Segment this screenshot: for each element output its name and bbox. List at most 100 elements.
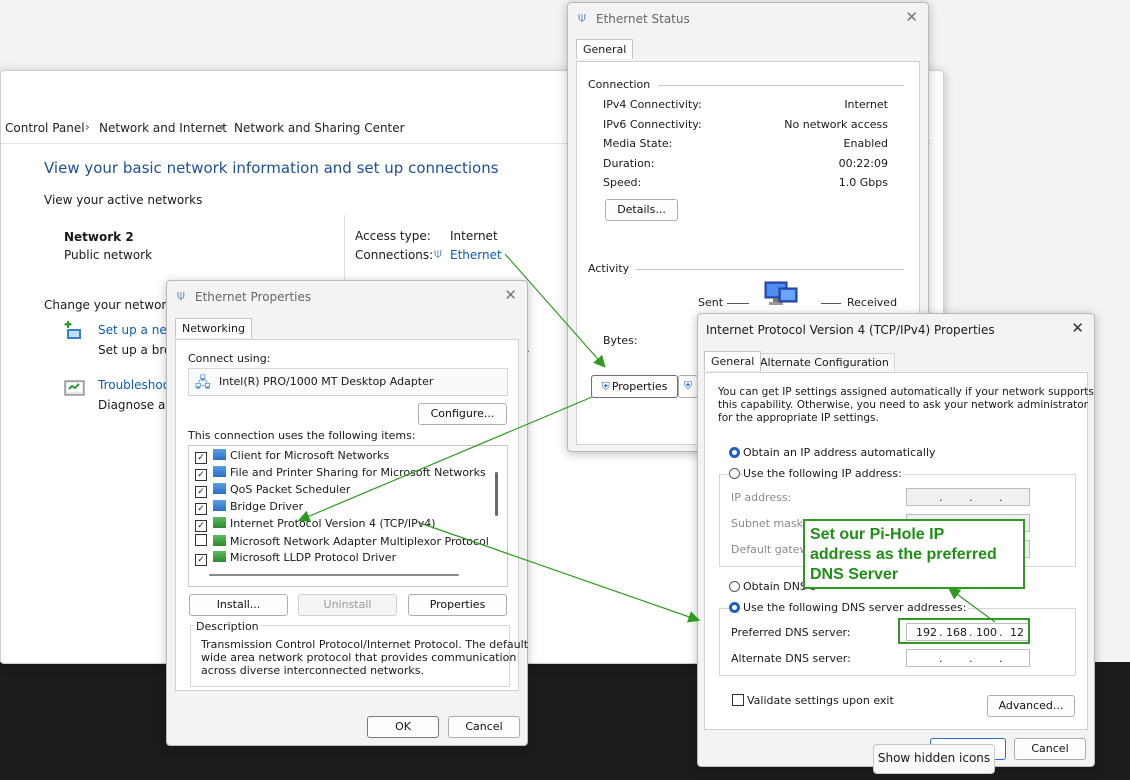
list-item[interactable]: Microsoft Network Adapter Multiplexor Pr… <box>195 534 489 550</box>
cancel-button[interactable]: Cancel <box>1014 738 1086 760</box>
intro-line-3: for the appropriate IP settings. <box>718 412 879 424</box>
ipv6-connectivity-label: IPv6 Connectivity: <box>603 118 702 131</box>
ethernet-icon: ⍦ <box>177 288 185 303</box>
annotation-callout: Set our Pi-Hole IP address as the prefer… <box>803 519 1025 589</box>
network-name: Network 2 <box>64 230 134 244</box>
item-label: Microsoft Network Adapter Multiplexor Pr… <box>230 535 489 548</box>
item-label: Microsoft LLDP Protocol Driver <box>230 551 397 564</box>
item-checkbox[interactable]: ✓ <box>195 554 207 566</box>
connect-using-label: Connect using: <box>188 352 271 365</box>
tab-general[interactable]: General <box>576 39 634 59</box>
details-button[interactable]: Details... <box>605 199 678 221</box>
item-checkbox[interactable] <box>195 534 207 546</box>
list-item[interactable]: ✓ Microsoft LLDP Protocol Driver <box>195 551 396 567</box>
ipv4-connectivity-value: Internet <box>844 98 888 111</box>
protocol-icon <box>213 535 226 546</box>
tab-general[interactable]: General <box>704 351 762 371</box>
obtain-ip-auto-radio[interactable] <box>729 447 740 458</box>
breadcrumb-control-panel[interactable]: Control Panel <box>5 121 85 135</box>
octet-dot: . <box>999 491 1003 504</box>
setup-connection-icon <box>64 321 86 343</box>
troubleshoot-icon <box>64 378 86 400</box>
octet-dot: . <box>969 491 973 504</box>
scrollbar-thumb[interactable] <box>495 472 498 516</box>
obtain-dns-auto-radio[interactable] <box>729 581 740 592</box>
network-adapter-icon: 🖧 <box>195 375 211 391</box>
properties-button[interactable]: ⛨ Properties <box>591 375 678 398</box>
ethernet-icon: ⍦ <box>434 246 442 261</box>
connections-label: Connections: <box>355 248 434 262</box>
close-icon[interactable]: ✕ <box>504 286 517 304</box>
octet-dot: . <box>939 652 943 665</box>
ok-button[interactable]: OK <box>367 716 439 738</box>
alternate-dns-label: Alternate DNS server: <box>731 652 851 665</box>
received-label: Received <box>847 296 898 309</box>
advanced-button[interactable]: Advanced... <box>987 695 1075 717</box>
callout-line-1: Set our Pi-Hole IP <box>810 526 945 543</box>
intro-line-2: this capability. Otherwise, you need to … <box>718 399 1089 411</box>
network-client-icon <box>213 449 226 460</box>
network-client-icon <box>213 466 226 477</box>
use-following-ip-radio[interactable] <box>729 468 740 479</box>
bytes-label: Bytes: <box>603 334 638 347</box>
speed-label: Speed: <box>603 176 642 189</box>
ip-address-input[interactable]: ... <box>906 488 1030 506</box>
ethernet-connection-link[interactable]: Ethernet <box>450 248 502 262</box>
list-item[interactable]: ✓ Client for Microsoft Networks <box>195 449 389 465</box>
connection-group-label: Connection <box>588 78 651 91</box>
disable-button-partial[interactable]: ⛨ <box>678 375 698 398</box>
list-item[interactable]: ✓ File and Printer Sharing for Microsoft … <box>195 466 486 482</box>
use-following-dns-radio[interactable] <box>729 602 740 613</box>
use-following-ip-label[interactable]: Use the following IP address: <box>743 467 904 480</box>
activity-group-label: Activity <box>588 262 630 275</box>
title-bar[interactable]: Internet Protocol Version 4 (TCP/IPv4) P… <box>698 314 1094 344</box>
item-label: Bridge Driver <box>230 500 304 513</box>
title-bar[interactable]: ⍦ Ethernet Status ✕ <box>568 3 928 33</box>
validate-checkbox[interactable] <box>732 694 744 706</box>
dns-highlight-box <box>898 618 1030 644</box>
item-checkbox[interactable]: ✓ <box>195 486 207 498</box>
network-client-icon <box>213 500 226 511</box>
horizontal-scrollbar[interactable] <box>209 574 459 576</box>
close-icon[interactable]: ✕ <box>1071 319 1084 337</box>
chevron-right-icon: › <box>220 120 225 134</box>
item-checkbox[interactable]: ✓ <box>195 469 207 481</box>
protocol-icon <box>213 551 226 562</box>
items-list[interactable]: ✓ Client for Microsoft Networks ✓ File and … <box>188 445 508 587</box>
tab-networking[interactable]: Networking <box>175 318 252 338</box>
preferred-dns-label: Preferred DNS server: <box>731 626 851 639</box>
list-item[interactable]: ✓ QoS Packet Scheduler <box>195 483 350 499</box>
troubleshoot-link[interactable]: Troubleshoot <box>98 378 175 392</box>
duration-label: Duration: <box>603 157 655 170</box>
item-checkbox[interactable]: ✓ <box>195 452 207 464</box>
media-state-value: Enabled <box>843 137 888 150</box>
configure-button[interactable]: Configure... <box>418 403 507 425</box>
protocol-icon <box>213 517 226 528</box>
list-item[interactable]: ✓ Bridge Driver <box>195 500 303 516</box>
use-following-dns-label[interactable]: Use the following DNS server addresses: <box>743 601 969 614</box>
item-properties-button[interactable]: Properties <box>408 594 507 616</box>
cancel-button[interactable]: Cancel <box>448 716 520 738</box>
adapter-field: 🖧 Intel(R) PRO/1000 MT Desktop Adapter <box>188 368 508 396</box>
uac-shield-icon: ⛨ <box>601 379 610 393</box>
obtain-ip-auto-label[interactable]: Obtain an IP address automatically <box>743 446 936 459</box>
change-settings-label: Change your networkin <box>44 298 185 312</box>
close-icon[interactable]: ✕ <box>905 8 918 26</box>
setup-new-connection-link[interactable]: Set up a new <box>98 323 177 337</box>
validate-label[interactable]: Validate settings upon exit <box>747 694 894 707</box>
item-checkbox[interactable]: ✓ <box>195 503 207 515</box>
title-bar[interactable]: ⍦ Ethernet Properties ✕ <box>167 281 527 311</box>
item-checkbox[interactable]: ✓ <box>195 520 207 532</box>
install-button[interactable]: Install... <box>189 594 288 616</box>
tab-alternate-configuration[interactable]: Alternate Configuration <box>754 353 895 371</box>
uninstall-button[interactable]: Uninstall <box>298 594 397 616</box>
ethernet-properties-window: ⍦ Ethernet Properties ✕ Networking Conne… <box>166 280 528 746</box>
page-title: View your basic network information and … <box>44 159 499 177</box>
divider <box>821 303 841 304</box>
ipv4-connectivity-label: IPv4 Connectivity: <box>603 98 702 111</box>
breadcrumb-sharing-center[interactable]: Network and Sharing Center <box>234 121 405 135</box>
breadcrumb-network-internet[interactable]: Network and Internet <box>99 121 227 135</box>
list-item[interactable]: ✓ Internet Protocol Version 4 (TCP/IPv4) <box>195 517 436 533</box>
alternate-dns-input[interactable]: ... <box>906 649 1030 667</box>
duration-value: 00:22:09 <box>838 157 888 170</box>
